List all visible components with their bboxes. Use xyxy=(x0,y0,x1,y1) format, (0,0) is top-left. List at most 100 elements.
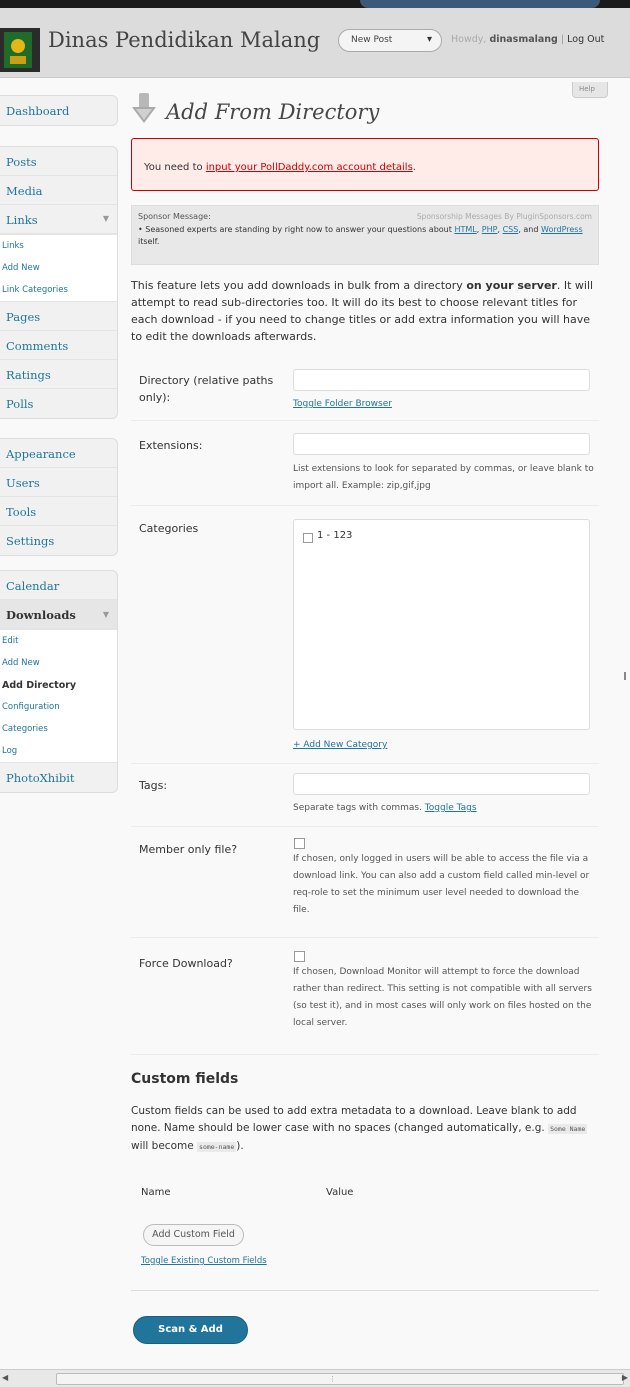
submenu-links[interactable]: Links xyxy=(0,235,117,257)
html-link[interactable]: HTML xyxy=(454,225,476,234)
menu-item-pages[interactable]: Pages xyxy=(0,302,117,331)
error-prefix: You need to xyxy=(144,162,206,173)
css-link[interactable]: CSS xyxy=(503,225,519,234)
help-tab[interactable]: Help xyxy=(572,82,608,98)
sponsor-itself: itself. xyxy=(138,237,160,246)
code-example-after: some-name xyxy=(197,1142,237,1152)
row-separator xyxy=(131,420,599,421)
member-only-desc: If chosen, only logged in users will be … xyxy=(293,854,590,915)
row-separator xyxy=(131,1054,599,1055)
separator: | xyxy=(560,34,565,45)
error-notice: You need to input your PollDaddy.com acc… xyxy=(131,138,599,191)
add-new-category-link[interactable]: + Add New Category xyxy=(293,740,387,750)
menu-item-photoxhibit[interactable]: PhotoXhibit xyxy=(0,763,117,792)
screen: Dinas Pendidikan Malang New Post ▾ Howdy… xyxy=(0,0,630,1387)
php-link[interactable]: PHP xyxy=(482,225,498,234)
custom-desc-3: ). xyxy=(236,1140,244,1152)
username-link[interactable]: dinasmalang xyxy=(489,34,557,45)
tags-input[interactable] xyxy=(293,773,590,795)
name-column-header: Name xyxy=(141,1187,171,1198)
menu-item-dashboard[interactable]: Dashboard xyxy=(0,96,117,125)
submenu-log[interactable]: Log xyxy=(0,740,117,762)
horizontal-scrollbar[interactable]: ◀ ⋮ ▶ xyxy=(0,1369,630,1387)
tags-desc-text: Separate tags with commas. xyxy=(293,803,425,813)
new-post-dropdown[interactable]: New Post ▾ xyxy=(338,29,442,52)
custom-fields-desc: Custom fields can be used to add extra m… xyxy=(131,1103,601,1156)
toggle-existing-custom-fields-link[interactable]: Toggle Existing Custom Fields xyxy=(141,1256,267,1266)
extensions-input[interactable] xyxy=(293,433,590,455)
scan-and-add-button[interactable]: Scan & Add xyxy=(133,1316,248,1344)
directory-input[interactable] xyxy=(293,369,590,391)
toggle-folder-browser-link[interactable]: Toggle Folder Browser xyxy=(293,399,392,409)
chevron-down-icon: ▾ xyxy=(426,34,432,45)
directory-desc: Toggle Folder Browser xyxy=(293,396,598,413)
menu-item-downloads-label: Downloads xyxy=(6,608,76,622)
user-greeting: Howdy, dinasmalang | Log Out xyxy=(451,34,604,45)
menu-item-media[interactable]: Media xyxy=(0,176,117,205)
sponsor-message: Sponsor Message: Sponsorship Messages By… xyxy=(131,205,599,265)
submenu-configuration[interactable]: Configuration xyxy=(0,696,117,718)
submenu-categories[interactable]: Categories xyxy=(0,718,117,740)
submenu-add-directory[interactable]: Add Directory xyxy=(0,674,117,696)
force-download-label: Force Download? xyxy=(139,957,233,970)
submenu-add-new-download[interactable]: Add New xyxy=(0,652,117,674)
toggle-tags-link[interactable]: Toggle Tags xyxy=(425,803,477,813)
admin-header: Dinas Pendidikan Malang New Post ▾ Howdy… xyxy=(0,0,630,78)
site-title[interactable]: Dinas Pendidikan Malang xyxy=(48,28,320,52)
submenu-add-new-link[interactable]: Add New xyxy=(0,257,117,279)
menu-item-comments[interactable]: Comments xyxy=(0,331,117,360)
links-submenu: Links Add New Link Categories xyxy=(0,234,117,302)
menu-item-polls[interactable]: Polls xyxy=(0,389,117,418)
add-category-wrap: + Add New Category xyxy=(293,737,598,754)
scroll-right-icon[interactable]: ▶ xyxy=(622,1373,628,1382)
menu-item-settings[interactable]: Settings xyxy=(0,526,117,555)
custom-desc-2: will become xyxy=(131,1140,198,1152)
polldaddy-account-link[interactable]: input your PollDaddy.com account details xyxy=(206,162,413,173)
menu-item-users[interactable]: Users xyxy=(0,468,117,497)
row-separator xyxy=(131,763,599,764)
top-bar-decoration xyxy=(360,0,600,8)
sponsor-text: • Seasoned experts are standing by right… xyxy=(138,225,583,246)
value-column-header: Value xyxy=(326,1187,354,1198)
page-title: Add From Directory xyxy=(166,100,380,124)
menu-item-ratings[interactable]: Ratings xyxy=(0,360,117,389)
extensions-desc: List extensions to look for separated by… xyxy=(293,464,594,491)
custom-desc-1: Custom fields can be used to add extra m… xyxy=(131,1105,577,1134)
menu-item-posts[interactable]: Posts xyxy=(0,147,117,176)
add-custom-field-button[interactable]: Add Custom Field xyxy=(143,1224,244,1246)
tags-label: Tags: xyxy=(139,779,168,792)
menu-item-links-label: Links xyxy=(6,213,38,227)
tags-desc: Separate tags with commas. Toggle Tags xyxy=(293,800,598,817)
row-separator xyxy=(131,826,599,827)
member-only-checkbox[interactable] xyxy=(294,838,305,849)
member-only-label: Member only file? xyxy=(139,843,238,856)
scrollbar-thumb[interactable]: ⋮ xyxy=(56,1373,624,1385)
error-suffix: . xyxy=(412,162,416,173)
wordpress-link[interactable]: WordPress xyxy=(541,225,583,234)
sponsor-credit-link[interactable]: Sponsorship Messages By PluginSponsors.c… xyxy=(417,212,592,221)
force-download-checkbox[interactable] xyxy=(294,951,305,962)
menu-item-calendar[interactable]: Calendar xyxy=(0,571,117,600)
menu-item-appearance[interactable]: Appearance xyxy=(0,439,117,468)
menu-group-plugins: Calendar Downloads ▼ Edit Add New Add Di… xyxy=(0,570,118,793)
menu-item-tools[interactable]: Tools xyxy=(0,497,117,526)
grip-icon: ⋮ xyxy=(329,1375,336,1383)
submenu-link-categories[interactable]: Link Categories xyxy=(0,279,117,301)
new-post-label: New Post xyxy=(351,35,393,45)
menu-item-downloads[interactable]: Downloads ▼ xyxy=(0,600,117,629)
scroll-left-icon[interactable]: ◀ xyxy=(2,1373,8,1382)
sponsor-and: , and xyxy=(518,225,541,234)
sponsor-pre: • Seasoned experts are standing by right… xyxy=(138,225,455,234)
intro-bold: on your server xyxy=(466,279,557,292)
category-checkbox[interactable] xyxy=(303,533,313,543)
downloads-submenu: Edit Add New Add Directory Configuration… xyxy=(0,629,117,763)
menu-item-links[interactable]: Links ▼ xyxy=(0,205,117,234)
menu-group-dashboard: Dashboard xyxy=(0,95,118,126)
logout-link[interactable]: Log Out xyxy=(567,34,604,45)
custom-fields-heading: Custom fields xyxy=(131,1071,239,1087)
directory-label: Directory (relative paths only): xyxy=(139,374,274,404)
submenu-edit[interactable]: Edit xyxy=(0,630,117,652)
chevron-down-icon: ▼ xyxy=(102,214,109,223)
intro-part-1: This feature lets you add downloads in b… xyxy=(131,279,467,292)
download-icon xyxy=(132,93,156,123)
